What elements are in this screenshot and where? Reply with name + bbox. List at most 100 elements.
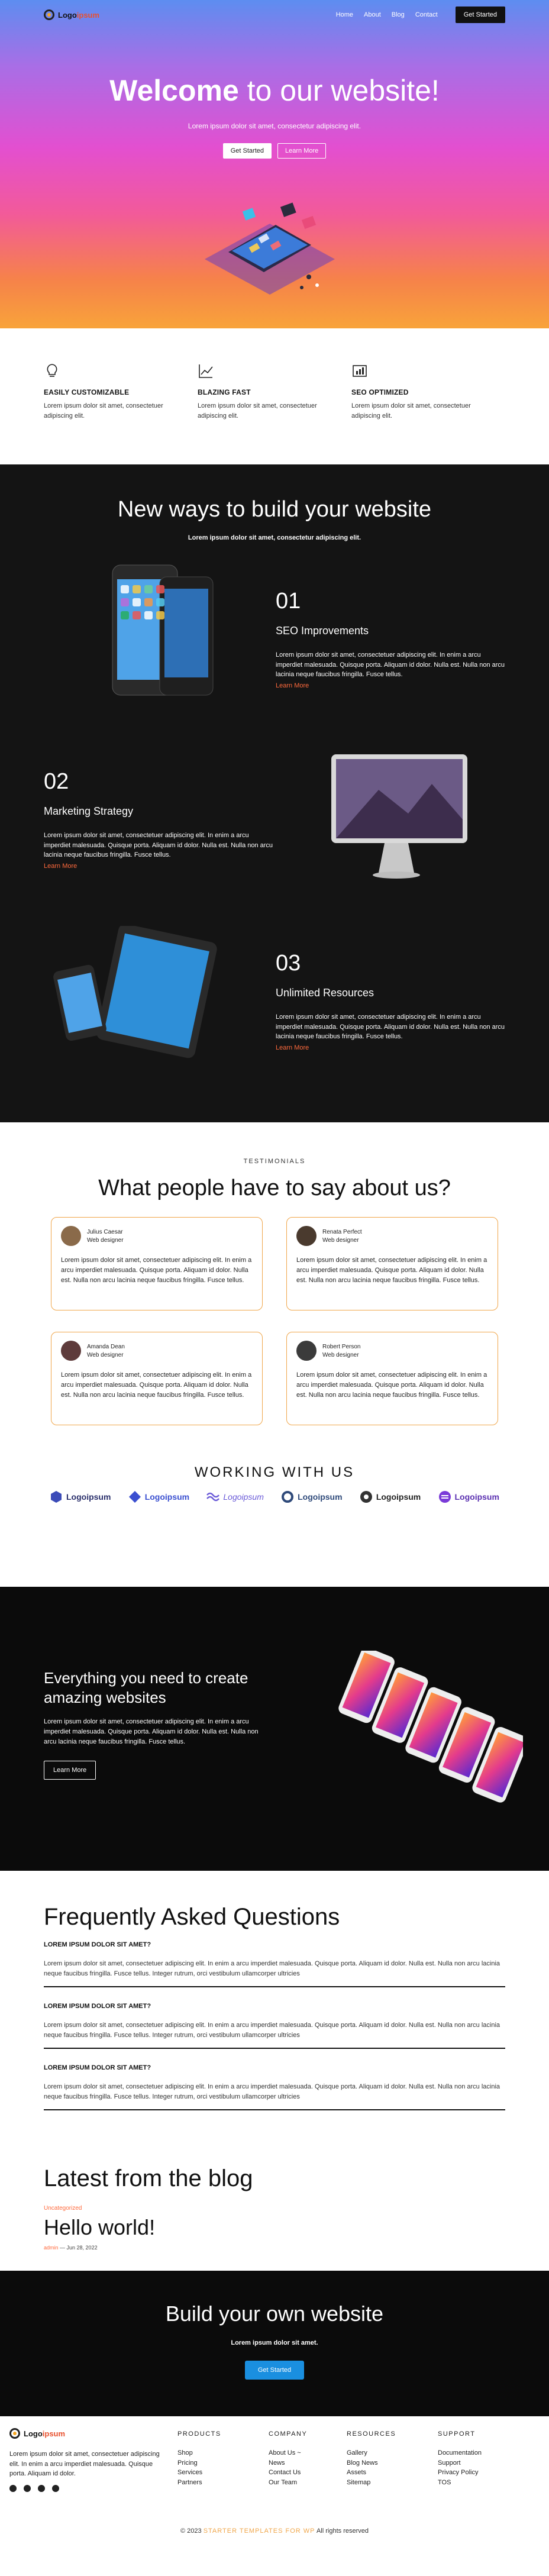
faq-answer: Lorem ipsum dolor sit amet, consectetuer… xyxy=(44,2022,500,2039)
ipad-illustration xyxy=(53,926,217,1058)
feature-title: SEO OPTIMIZED xyxy=(351,388,409,396)
avatar xyxy=(61,1226,81,1246)
footer-link[interactable]: About Us ~ xyxy=(269,2448,307,2458)
avatar xyxy=(61,1341,81,1361)
faq-item[interactable]: LOREM IPSUM DOLOR SIT AMET? Lorem ipsum … xyxy=(44,2003,505,2049)
footer-link[interactable]: Contact Us xyxy=(269,2468,307,2478)
footer-col-title: RESOURCES xyxy=(347,2430,396,2438)
footer-link[interactable]: Gallery xyxy=(347,2448,396,2458)
testimonial-role: Web designer xyxy=(87,1351,124,1358)
footer-link[interactable]: Partners xyxy=(177,2478,221,2488)
testimonials-section: TESTIMONIALS What people have to say abo… xyxy=(0,1122,549,1460)
post-category-link[interactable]: Uncategorized xyxy=(44,2205,505,2212)
footer-link[interactable]: Privacy Policy xyxy=(438,2468,482,2478)
footer-link[interactable]: Support xyxy=(438,2458,482,2468)
nav-links: Home About Blog Contact Get Started xyxy=(336,7,505,23)
partners-section: WORKING WITH US Logoipsum Logoipsum Logo… xyxy=(0,1460,549,1587)
footer-link[interactable]: Our Team xyxy=(269,2478,307,2488)
phones-row-illustration xyxy=(338,1651,523,1803)
footer-link[interactable]: Documentation xyxy=(438,2448,482,2458)
testimonial-card: Julius Caesar Web designer Lorem ipsum do… xyxy=(51,1217,263,1310)
testimonial-name: Renata Perfect xyxy=(322,1228,362,1235)
lightbulb-icon xyxy=(47,364,57,377)
services-title: New ways to build your website xyxy=(117,497,432,522)
blog-section: Latest from the blog Uncategorized Hello… xyxy=(0,2131,549,2271)
testimonial-role: Web designer xyxy=(322,1237,359,1244)
testimonial-card: Robert Person Web designer Lorem ipsum do… xyxy=(286,1332,498,1425)
footer-link[interactable]: Pricing xyxy=(177,2458,221,2468)
promo-learn-more-button[interactable]: Learn More xyxy=(44,1761,96,1780)
facebook-icon[interactable] xyxy=(9,2485,17,2492)
footer-logo[interactable]: Logo ipsum xyxy=(9,2428,65,2439)
site-logo[interactable]: Logo ipsum xyxy=(44,9,99,20)
footer-link[interactable]: Assets xyxy=(347,2468,396,2478)
hero-learn-more-button[interactable]: Learn More xyxy=(277,143,327,159)
promo-section: Everything you need to create amazing we… xyxy=(0,1587,549,1871)
partner-logos: Logoipsum Logoipsum Logoipsum Logoipsum … xyxy=(50,1490,499,1503)
post-author-link[interactable]: admin xyxy=(44,2245,59,2251)
twitter-icon[interactable] xyxy=(24,2485,31,2492)
service-number: 03 xyxy=(276,951,301,976)
testimonial-card: Renata Perfect Web designer Lorem ipsum d… xyxy=(286,1217,498,1310)
testimonial-name: Robert Person xyxy=(322,1343,361,1350)
copyright-brand-link[interactable]: STARTER TEMPLATES FOR WP xyxy=(204,2527,315,2535)
chart-line-icon xyxy=(199,364,213,378)
footer-col-support: SUPPORT Documentation Support Privacy Po… xyxy=(438,2430,482,2487)
footer-link[interactable]: Sitemap xyxy=(347,2478,396,2488)
feature-fast: BLAZING FAST Lorem ipsum dolor sit amet,… xyxy=(198,363,351,464)
footer-link[interactable]: Services xyxy=(177,2468,221,2478)
nav-link-home[interactable]: Home xyxy=(336,11,353,18)
partner-logo: Logoipsum xyxy=(360,1490,421,1503)
linkedin-icon[interactable] xyxy=(52,2485,59,2492)
testimonials-eyebrow: TESTIMONIALS xyxy=(243,1158,306,1165)
faq-title: Frequently Asked Questions xyxy=(44,1904,340,1930)
faq-answer: Lorem ipsum dolor sit amet, consectetuer… xyxy=(44,1960,500,1978)
testimonial-text: Lorem ipsum dolor sit amet, consectetuer… xyxy=(296,1371,487,1399)
cta-get-started-button[interactable]: Get Started xyxy=(245,2361,304,2380)
site-footer: Logo ipsum Lorem ipsum dolor sit amet, co… xyxy=(0,2416,549,2546)
iphone-illustration xyxy=(112,564,214,696)
testimonial-role: Web designer xyxy=(322,1351,359,1358)
feature-text: Lorem ipsum dolor sit amet, consectetuer… xyxy=(44,402,163,419)
footer-link[interactable]: Blog News xyxy=(347,2458,396,2468)
cta-title: Build your own website xyxy=(165,2301,384,2326)
footer-link[interactable]: TOS xyxy=(438,2478,482,2488)
avatar xyxy=(296,1226,317,1246)
promo-text: Lorem ipsum dolor sit amet, consectetuer… xyxy=(44,1718,259,1746)
nav-get-started-button[interactable]: Get Started xyxy=(455,7,505,23)
nav-link-blog[interactable]: Blog xyxy=(392,11,405,18)
feature-title: EASILY CUSTOMIZABLE xyxy=(44,388,130,396)
faq-item[interactable]: LOREM IPSUM DOLOR SIT AMET? Lorem ipsum … xyxy=(44,2064,505,2111)
post-title-link[interactable]: Hello world! xyxy=(44,2215,505,2240)
footer-link[interactable]: Shop xyxy=(177,2448,221,2458)
partner-logo: Logoipsum xyxy=(438,1490,499,1503)
feature-title: BLAZING FAST xyxy=(198,388,251,396)
hero-get-started-button[interactable]: Get Started xyxy=(222,143,272,159)
footer-link[interactable]: News xyxy=(269,2458,307,2468)
nav-link-contact[interactable]: Contact xyxy=(415,11,438,18)
top-nav: Logo ipsum Home About Blog Contact Get St… xyxy=(0,0,549,30)
social-links xyxy=(9,2485,59,2492)
feature-text: Lorem ipsum dolor sit amet, consectetuer… xyxy=(351,402,471,419)
service-learn-more-link[interactable]: Learn More xyxy=(276,682,309,689)
faq-question: LOREM IPSUM DOLOR SIT AMET? xyxy=(44,2003,151,2010)
feature-text: Lorem ipsum dolor sit amet, consectetuer… xyxy=(198,402,317,419)
nav-link-about[interactable]: About xyxy=(364,11,381,18)
faq-item[interactable]: LOREM IPSUM DOLOR SIT AMET? Lorem ipsum … xyxy=(44,1941,505,1988)
faq-section: Frequently Asked Questions LOREM IPSUM D… xyxy=(0,1871,549,2131)
footer-col-title: COMPANY xyxy=(269,2430,308,2438)
service-item-marketing: 02 Marketing Strategy Lorem ipsum dolor … xyxy=(44,769,274,871)
post-meta: admin — Jun 28, 2022 xyxy=(44,2245,98,2251)
hero-subtitle: Lorem ipsum dolor sit amet, consectetur … xyxy=(188,122,361,130)
imac-illustration xyxy=(331,754,467,879)
youtube-icon[interactable] xyxy=(38,2485,45,2492)
diamond-logo-icon xyxy=(128,1491,141,1503)
service-learn-more-link[interactable]: Learn More xyxy=(276,1044,309,1051)
services-subtitle: Lorem ipsum dolor sit amet, consectetur … xyxy=(188,534,361,541)
testimonial-text: Lorem ipsum dolor sit amet, consectetuer… xyxy=(61,1257,252,1284)
service-title: SEO Improvements xyxy=(276,625,369,637)
service-text: Lorem ipsum dolor sit amet, consectetuer… xyxy=(276,651,505,678)
testimonial-text: Lorem ipsum dolor sit amet, consectetuer… xyxy=(61,1371,252,1399)
partner-logo: Logoipsum xyxy=(206,1490,264,1503)
service-learn-more-link[interactable]: Learn More xyxy=(44,863,77,870)
